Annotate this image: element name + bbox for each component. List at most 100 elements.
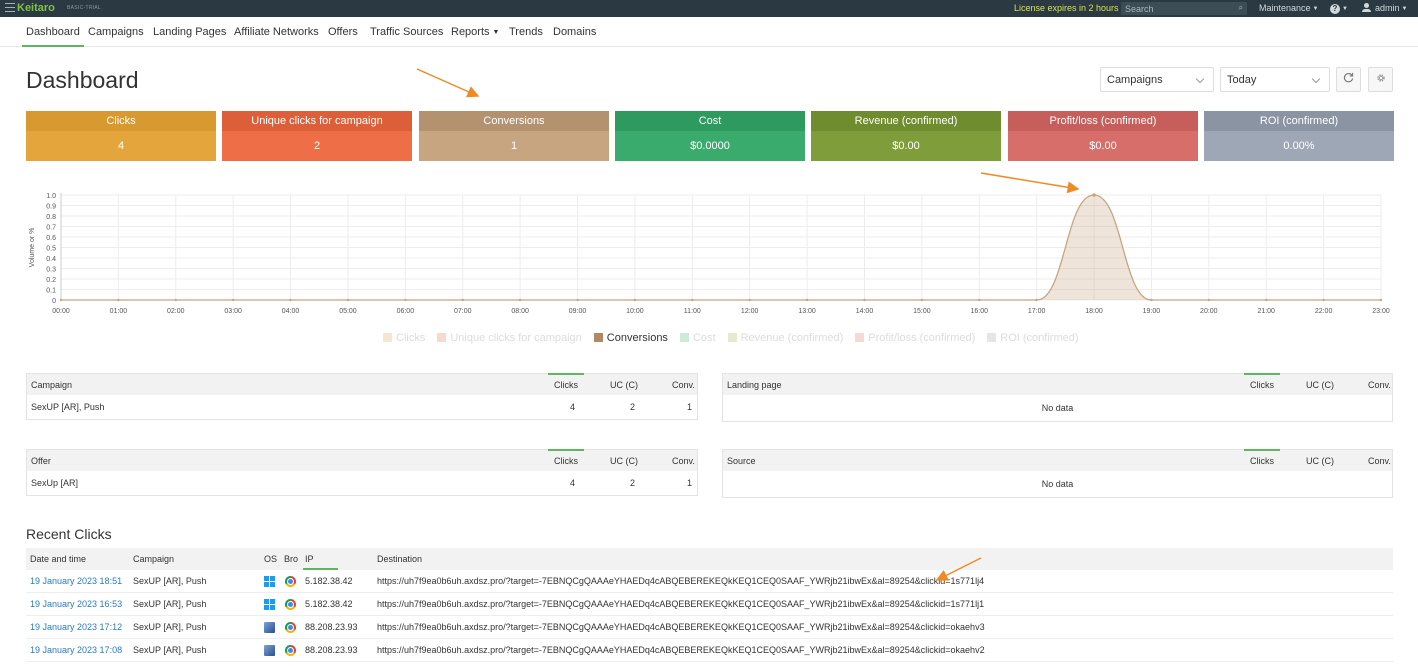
legend-label: Revenue (confirmed)	[740, 332, 844, 344]
col-uc[interactable]: UC (C)	[610, 380, 638, 390]
refresh-button[interactable]	[1336, 67, 1361, 92]
nav-offers[interactable]: Offers	[328, 26, 358, 38]
legend-item[interactable]: Cost	[679, 332, 716, 344]
stat-card[interactable]: ROI (confirmed) 0.00%	[1204, 111, 1394, 161]
mac-icon	[264, 622, 275, 633]
col-source[interactable]: Source	[727, 456, 756, 466]
col-os[interactable]: OS	[264, 554, 277, 564]
x-tick-label: 15:00	[913, 308, 931, 315]
legend-label: Unique clicks for campaign	[450, 332, 582, 344]
table-row[interactable]: 19 January 2023 17:12 SexUP [AR], Push 88.…	[26, 616, 1393, 639]
col-campaign[interactable]: Campaign	[133, 554, 174, 564]
table-header: Campaign Clicks UC (C) Conv.	[27, 373, 697, 395]
col-uc[interactable]: UC (C)	[1306, 380, 1334, 390]
period-value: Today	[1227, 74, 1257, 86]
chevron-down-icon: ▼	[1342, 6, 1348, 12]
legend-item[interactable]: ROI (confirmed)	[987, 332, 1079, 344]
click-destination: https://uh7f9ea0b6uh.axdsz.pro/?target=-…	[377, 622, 985, 632]
nav-traffic-sources[interactable]: Traffic Sources	[370, 26, 443, 38]
col-conv[interactable]: Conv.	[672, 456, 695, 466]
nav-campaigns[interactable]: Campaigns	[88, 26, 144, 38]
row-conv: 1	[686, 478, 692, 488]
refresh-icon	[1343, 72, 1354, 83]
license-warning[interactable]: License expires in 2 hours	[1014, 3, 1119, 13]
nav-domains[interactable]: Domains	[553, 26, 596, 38]
table-row[interactable]: 19 January 2023 18:51 SexUP [AR], Push 5.1…	[26, 570, 1393, 593]
col-date[interactable]: Date and time	[30, 554, 86, 564]
x-tick-label: 10:00	[626, 308, 644, 315]
period-select[interactable]: Today	[1220, 67, 1330, 92]
click-date-link[interactable]: 19 January 2023 17:12	[30, 622, 122, 632]
stat-card[interactable]: Clicks 4	[26, 111, 216, 161]
help-icon: ?	[1330, 4, 1340, 14]
click-date-link[interactable]: 19 January 2023 18:51	[30, 576, 122, 586]
nav-reports[interactable]: Reports ▼	[451, 26, 499, 38]
col-browser[interactable]: Bro	[284, 554, 298, 564]
col-conv[interactable]: Conv.	[672, 380, 695, 390]
maintenance-menu[interactable]: Maintenance ▼	[1259, 3, 1319, 13]
legend-swatch	[679, 333, 689, 342]
legend-item[interactable]: Revenue (confirmed)	[727, 332, 844, 344]
stat-card[interactable]: Unique clicks for campaign 2	[222, 111, 412, 161]
table-row[interactable]: 19 January 2023 17:08 SexUP [AR], Push 88.…	[26, 639, 1393, 662]
col-clicks[interactable]: Clicks	[548, 373, 584, 390]
search-icon[interactable]: ⌕	[1239, 3, 1243, 13]
nav-trends[interactable]: Trends	[509, 26, 543, 38]
col-offer[interactable]: Offer	[31, 456, 51, 466]
table-row[interactable]: SexUp [AR] 4 2 1	[27, 471, 697, 495]
help-menu[interactable]: ? ▼	[1330, 3, 1348, 14]
x-tick-label: 04:00	[282, 308, 300, 315]
col-uc[interactable]: UC (C)	[610, 456, 638, 466]
legend-item[interactable]: Conversions	[593, 332, 668, 344]
col-destination[interactable]: Destination	[377, 554, 422, 564]
chrome-icon	[285, 622, 296, 633]
user-menu[interactable]: admin ▼	[1362, 3, 1407, 13]
nav-dashboard[interactable]: Dashboard	[22, 26, 84, 47]
user-name: admin	[1375, 3, 1400, 13]
col-uc[interactable]: UC (C)	[1306, 456, 1334, 466]
nav-landing-pages[interactable]: Landing Pages	[153, 26, 226, 38]
stat-card-title: Cost	[615, 111, 805, 131]
table-row[interactable]: SexUP [AR], Push 4 2 1	[27, 395, 697, 419]
stat-card[interactable]: Conversions 1	[419, 111, 609, 161]
click-date-link[interactable]: 19 January 2023 16:53	[30, 599, 122, 609]
col-conv[interactable]: Conv.	[1368, 380, 1391, 390]
search-input[interactable]	[1125, 2, 1231, 15]
hamburger-menu-icon[interactable]	[5, 3, 15, 12]
page-title: Dashboard	[26, 67, 139, 93]
data-point	[117, 298, 120, 302]
y-axis-label: Volume or %	[29, 228, 36, 268]
top-bar: Keitaro BASIC-TRIAL License expires in 2…	[0, 0, 1418, 17]
x-tick-label: 01:00	[110, 308, 128, 315]
offer-table: Offer Clicks UC (C) Conv. SexUp [AR] 4 2…	[26, 449, 698, 496]
col-conv[interactable]: Conv.	[1368, 456, 1391, 466]
col-campaign[interactable]: Campaign	[31, 380, 72, 390]
stat-card[interactable]: Profit/loss (confirmed) $0.00	[1008, 111, 1198, 161]
brand-logo[interactable]: Keitaro	[17, 2, 55, 14]
legend-item[interactable]: Clicks	[383, 332, 425, 344]
data-point	[1150, 298, 1153, 302]
stat-card[interactable]: Cost $0.0000	[615, 111, 805, 161]
group-by-select[interactable]: Campaigns	[1100, 67, 1214, 92]
y-tick-label: 0	[52, 298, 56, 305]
legend-item[interactable]: Unique clicks for campaign	[437, 332, 582, 344]
data-point	[346, 298, 350, 302]
col-clicks[interactable]: Clicks	[1244, 373, 1280, 390]
stat-card[interactable]: Revenue (confirmed) $0.00	[811, 111, 1001, 161]
settings-button[interactable]	[1368, 67, 1393, 92]
row-uc: 2	[629, 402, 635, 412]
table-row[interactable]: 19 January 2023 16:53 SexUP [AR], Push 5.1…	[26, 593, 1393, 616]
x-tick-label: 07:00	[454, 308, 472, 315]
col-clicks[interactable]: Clicks	[548, 449, 584, 466]
col-clicks[interactable]: Clicks	[1244, 449, 1280, 466]
data-point	[1035, 298, 1038, 302]
row-name: SexUP [AR], Push	[31, 402, 105, 412]
click-date-link[interactable]: 19 January 2023 17:08	[30, 645, 122, 655]
y-tick-label: 0.9	[46, 204, 56, 211]
group-by-value: Campaigns	[1107, 74, 1163, 86]
chevron-down-icon: ▼	[1312, 6, 1319, 12]
legend-item[interactable]: Profit/loss (confirmed)	[855, 332, 975, 344]
nav-affiliate-networks[interactable]: Affiliate Networks	[234, 26, 319, 38]
col-landing-page[interactable]: Landing page	[727, 380, 782, 390]
col-ip[interactable]: IP	[303, 554, 336, 570]
